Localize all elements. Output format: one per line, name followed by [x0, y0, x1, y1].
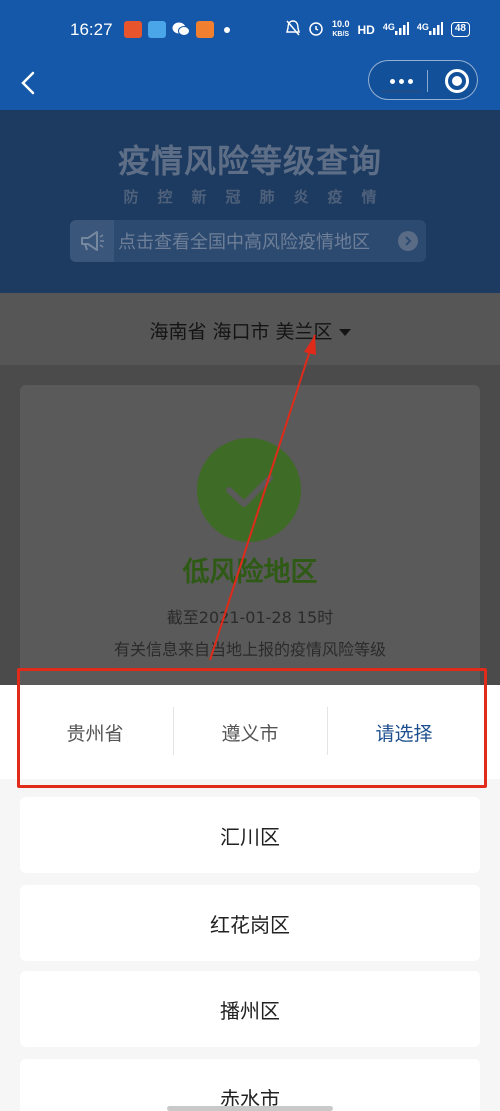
status-indicators: 10.0 KB/S HD 4G 4G 48 [286, 20, 470, 39]
alarm-icon [308, 20, 324, 39]
mute-icon [286, 20, 300, 39]
chevron-left-icon [21, 71, 35, 95]
status-bar: 16:27 10.0 KB/S HD 4G 4G 48 [0, 0, 500, 58]
chevron-right-icon [398, 231, 418, 251]
more-dots-icon [389, 78, 395, 84]
nav-bar [0, 58, 500, 110]
megaphone-icon [70, 220, 114, 262]
mini-program-capsule [368, 60, 478, 100]
back-button[interactable] [14, 66, 44, 100]
app-icon-orange [196, 21, 214, 38]
risk-level: 低风险地区 [182, 557, 318, 588]
hd-label: HD [357, 22, 375, 37]
notice-text: 点击查看全国中高风险疫情地区 [118, 232, 370, 253]
signal-4g-1: 4G [383, 21, 409, 38]
network-speed-value: 10.0 [331, 19, 350, 29]
status-time: 16:27 [70, 20, 113, 39]
notification-dot [224, 26, 230, 33]
district-option[interactable]: 赤水市 [20, 1059, 480, 1111]
high-risk-notice-link[interactable]: 点击查看全国中高风险疫情地区 [70, 220, 426, 262]
caret-down-icon [338, 329, 351, 336]
as-of-time: 截至2021-01-28 15时 [166, 608, 334, 627]
district-option[interactable]: 播州区 [20, 971, 480, 1047]
wechat-icon [172, 21, 190, 38]
current-region: 海南省 海口市 美兰区 [149, 321, 333, 343]
network-speed: 10.0 KB/S [332, 20, 350, 39]
checkmark-icon [197, 438, 301, 542]
app-icon-red [124, 21, 142, 38]
annotation-highlight-box [17, 668, 487, 788]
more-dot [398, 78, 404, 84]
app-icon-blue [148, 21, 166, 38]
close-mini-program-button[interactable] [445, 69, 469, 93]
status-app-icons [124, 21, 230, 38]
home-indicator [167, 1106, 333, 1111]
page-title: 疫情风险等级查询 [117, 142, 382, 180]
page-subtitle: 防控新冠肺炎疫情 [123, 188, 396, 206]
more-dot [407, 78, 413, 84]
signal-4g-2: 4G [417, 21, 443, 38]
district-option[interactable]: 汇川区 [20, 797, 480, 873]
district-option[interactable]: 红花岗区 [20, 885, 480, 961]
data-source-note: 有关信息来自当地上报的疫情风险等级 [113, 640, 386, 659]
region-selector-label[interactable]: 海南省 海口市 美兰区 [0, 317, 500, 344]
capsule-divider [427, 70, 428, 92]
battery-indicator: 48 [450, 22, 470, 37]
more-button[interactable] [383, 70, 419, 92]
network-speed-unit: KB/S [332, 31, 350, 38]
active-tab-indicator [381, 90, 421, 93]
